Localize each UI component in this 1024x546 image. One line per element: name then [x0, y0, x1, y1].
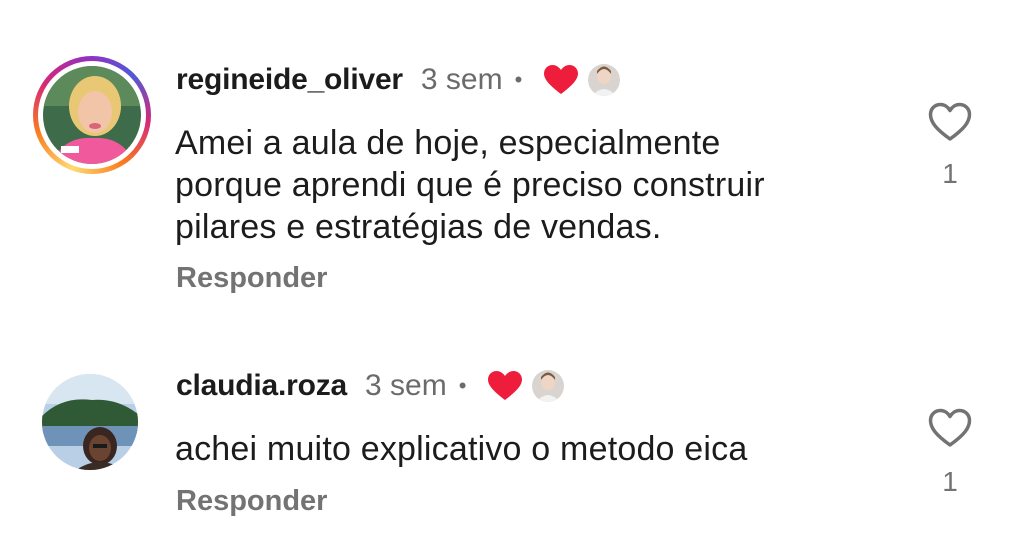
- separator-dot: •: [458, 373, 467, 398]
- comment-text-line: porque aprendi que é preciso construir: [175, 166, 765, 204]
- reply-button[interactable]: Responder: [176, 485, 327, 518]
- like-count: 1: [942, 158, 958, 189]
- comment-text: achei muito explicativo o metodo eica: [175, 428, 747, 470]
- comment-text-line: achei muito explicativo o metodo eica: [175, 430, 748, 468]
- creator-heart-icon: [488, 371, 523, 400]
- comment-text-line: pilares e estratégias de vendas.: [175, 208, 662, 246]
- comment-item: claudia.roza 3 sem • achei muito explica…: [0, 330, 1024, 546]
- comment-item: regineide_oliver 3 sem • Amei a aula de …: [0, 0, 1024, 330]
- like-heart-icon[interactable]: [928, 102, 972, 142]
- comment-meta: regineide_oliver 3 sem •: [176, 60, 621, 100]
- username[interactable]: regineide_oliver: [176, 63, 403, 97]
- like-count: 1: [942, 466, 958, 497]
- reply-button[interactable]: Responder: [176, 262, 327, 295]
- separator-dot: •: [514, 67, 523, 92]
- creator-avatar: [588, 64, 621, 96]
- timestamp: 3 sem: [420, 63, 503, 96]
- timestamp: 3 sem: [365, 369, 447, 402]
- creator-heart-icon: [544, 65, 579, 94]
- avatar-photo: [42, 374, 138, 470]
- avatar[interactable]: [42, 374, 138, 470]
- creator-avatar: [532, 370, 565, 402]
- comment-text-line: Amei a aula de hoje, especialmente: [175, 124, 721, 162]
- comment-text: Amei a aula de hoje, especialmente porqu…: [175, 122, 765, 248]
- comment-meta: claudia.roza 3 sem •: [176, 366, 565, 406]
- like-heart-icon[interactable]: [928, 408, 972, 448]
- username[interactable]: claudia.roza: [176, 369, 347, 403]
- avatar[interactable]: [33, 56, 151, 174]
- avatar-photo: [43, 66, 141, 164]
